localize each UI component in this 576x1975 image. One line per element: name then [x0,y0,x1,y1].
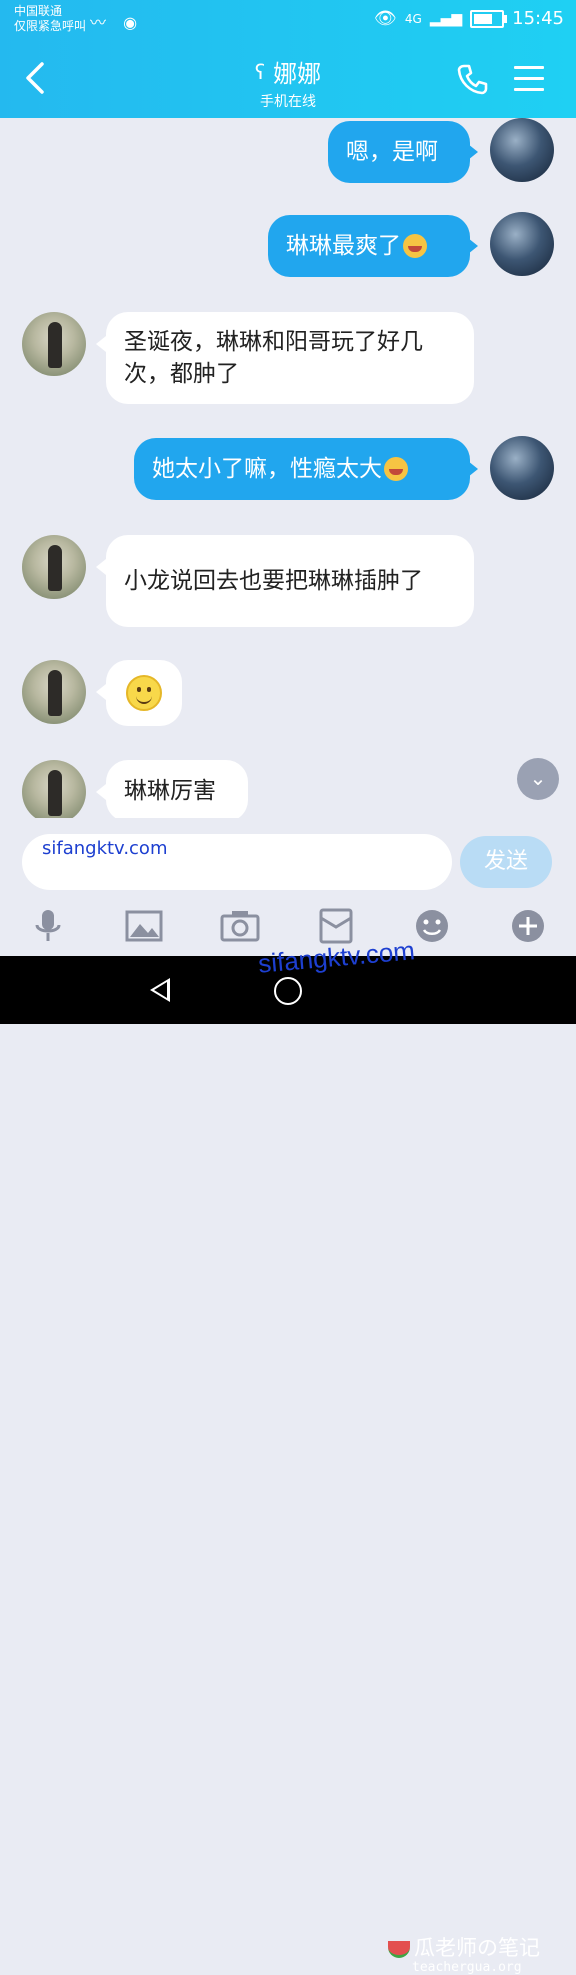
avatar[interactable] [22,660,86,724]
message-bubble-incoming[interactable] [106,660,182,726]
bubble-tail [468,144,478,160]
message-bubble-incoming[interactable]: 小龙说回去也要把琳琳插肿了 [106,535,474,627]
app-notification-icon: ◉ [123,13,144,32]
signal-icon: 4G [404,11,422,26]
bubble-tail [96,336,106,352]
phone-icon[interactable] [456,62,490,96]
signal-bars-icon: ▂▄▆ [429,10,463,27]
input-toolbar [0,906,576,950]
carrier-name: 中国联通 [14,4,63,18]
avatar[interactable] [22,535,86,599]
nav-back-icon[interactable] [150,978,170,1002]
emoji-icon[interactable] [410,906,454,946]
menu-icon[interactable] [514,66,544,92]
message-bubble-outgoing[interactable]: 嗯，是啊 [328,121,470,183]
message-text: 琳琳最爽了 [286,233,401,259]
smile-emoji-icon [126,675,162,711]
url-watermark: teachergua.org [412,1960,522,1975]
camera-icon[interactable] [218,906,262,946]
message-bubble-outgoing[interactable]: 她太小了嘛，性瘾太大 [134,438,470,500]
plus-icon[interactable] [506,906,550,946]
bubble-tail [96,684,106,700]
ear-icon: ʕ [254,59,266,84]
watermelon-icon [388,1940,410,1958]
bubble-tail [96,784,106,800]
scroll-down-button[interactable]: ⌄ [517,758,559,800]
avatar[interactable] [22,760,86,824]
mic-icon[interactable] [26,906,70,946]
status-right: 👁 4G ▂▄▆ 15:45 [374,8,564,29]
image-icon[interactable] [122,906,166,946]
chat-area[interactable]: 嗯，是啊 琳琳最爽了 圣诞夜，琳琳和阳哥玩了好几次，都肿了 她太小了嘛，性瘾太大… [0,118,576,824]
top-bar: 中国联通 仅限紧急呼叫 〰 ◉ 👁 4G ▂▄▆ 15:45 ʕ 娜娜 手机在线 [0,0,576,118]
message-text: 琳琳厉害 [124,778,216,804]
eye-icon: 👁 [374,8,397,29]
clock: 15:45 [512,8,564,29]
bubble-tail [96,559,106,575]
message-bubble-incoming[interactable]: 圣诞夜，琳琳和阳哥玩了好几次，都肿了 [106,312,474,404]
laughing-tears-emoji-icon [384,457,408,481]
brand-watermark: 瓜老师の笔记 [388,1932,540,1962]
emergency-only: 仅限紧急呼叫 [14,19,87,33]
notification-icons: 〰 ◉ [90,9,143,33]
message-bubble-outgoing[interactable]: 琳琳最爽了 [268,215,470,277]
input-area: sifangktv.com 发送 [0,818,576,956]
contact-name: 娜娜 [273,60,322,88]
chevron-down-icon: ⌄ [529,766,547,790]
message-text: 她太小了嘛，性瘾太大 [152,456,382,482]
message-text: 圣诞夜，琳琳和阳哥玩了好几次，都肿了 [124,329,423,387]
input-value: sifangktv.com [42,838,168,859]
avatar[interactable] [490,212,554,276]
message-input[interactable]: sifangktv.com [22,834,452,890]
avatar[interactable] [490,436,554,500]
status-bar: 中国联通 仅限紧急呼叫 〰 ◉ 👁 4G ▂▄▆ 15:45 [0,0,576,40]
nav-home-icon[interactable] [274,977,302,1005]
bubble-tail [468,461,478,477]
avatar[interactable] [490,118,554,182]
send-button[interactable]: 发送 [460,836,552,888]
bubble-tail [468,238,478,254]
message-text: 小龙说回去也要把琳琳插肿了 [124,568,423,594]
chat-header: ʕ 娜娜 手机在线 [0,40,576,118]
carrier-info: 中国联通 仅限紧急呼叫 [14,4,86,34]
message-text: 嗯，是啊 [346,139,438,165]
laughing-tears-emoji-icon [403,234,427,258]
activity-icon: 〰 [90,13,113,32]
battery-icon [470,9,508,28]
message-bubble-incoming[interactable]: 琳琳厉害 [106,760,248,822]
avatar[interactable] [22,312,86,376]
